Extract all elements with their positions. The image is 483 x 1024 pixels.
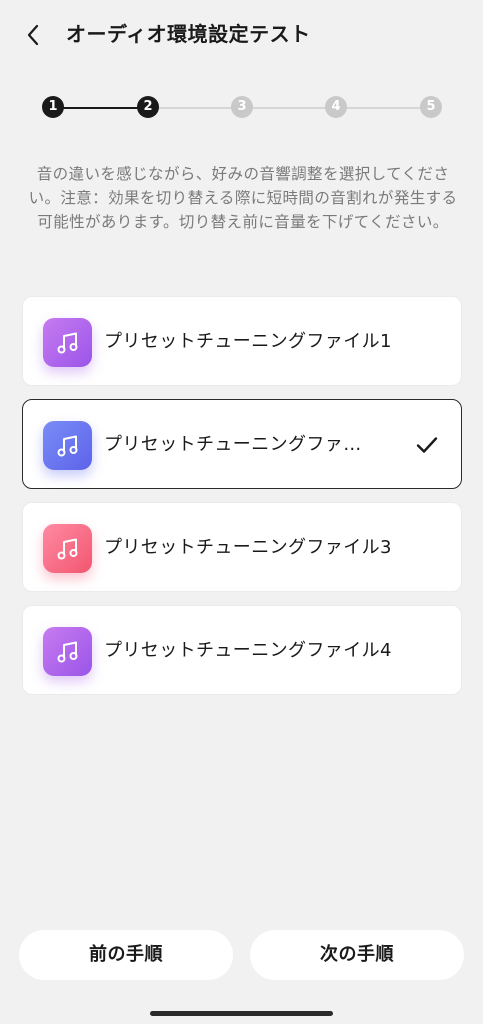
preset-list: プリセットチューニングファイル1 プリセットチューニングファ… プリセットチュー… — [22, 296, 462, 708]
step-5: 5 — [420, 96, 442, 118]
step-3: 3 — [231, 96, 253, 118]
music-note-icon — [43, 627, 92, 676]
header: オーディオ環境設定テスト — [0, 0, 483, 70]
preset-label: プリセットチューニングファイル1 — [104, 331, 392, 352]
next-step-button[interactable]: 次の手順 — [250, 930, 464, 980]
preset-label: プリセットチューニングファイル3 — [104, 537, 392, 558]
chevron-left-icon — [27, 24, 39, 46]
preset-item-3[interactable]: プリセットチューニングファイル3 — [22, 502, 462, 592]
previous-step-button[interactable]: 前の手順 — [19, 930, 233, 980]
back-button[interactable] — [18, 20, 48, 50]
progress-stepper: 1 2 3 4 5 — [42, 96, 442, 120]
page-title: オーディオ環境設定テスト — [66, 22, 311, 46]
screen: オーディオ環境設定テスト 1 2 3 4 5 音の違いを感じながら、好みの音響調… — [0, 0, 483, 1024]
preset-label: プリセットチューニングファイル4 — [104, 640, 392, 661]
music-note-icon — [43, 318, 92, 367]
step-connector — [336, 107, 431, 109]
step-connector — [53, 107, 148, 109]
step-1: 1 — [42, 96, 64, 118]
music-note-icon — [43, 421, 92, 470]
step-4: 4 — [325, 96, 347, 118]
step-connector — [148, 107, 242, 109]
preset-item-2[interactable]: プリセットチューニングファ… — [22, 399, 462, 489]
step-2: 2 — [137, 96, 159, 118]
checkmark-icon — [416, 437, 438, 453]
step-connector — [242, 107, 336, 109]
music-note-icon — [43, 524, 92, 573]
preset-item-1[interactable]: プリセットチューニングファイル1 — [22, 296, 462, 386]
preset-item-4[interactable]: プリセットチューニングファイル4 — [22, 605, 462, 695]
instruction-text: 音の違いを感じながら、好みの音響調整を選択してください。注意：効果を切り替える際… — [28, 165, 458, 231]
home-indicator[interactable] — [150, 1011, 333, 1016]
preset-label: プリセットチューニングファ… — [104, 434, 362, 455]
